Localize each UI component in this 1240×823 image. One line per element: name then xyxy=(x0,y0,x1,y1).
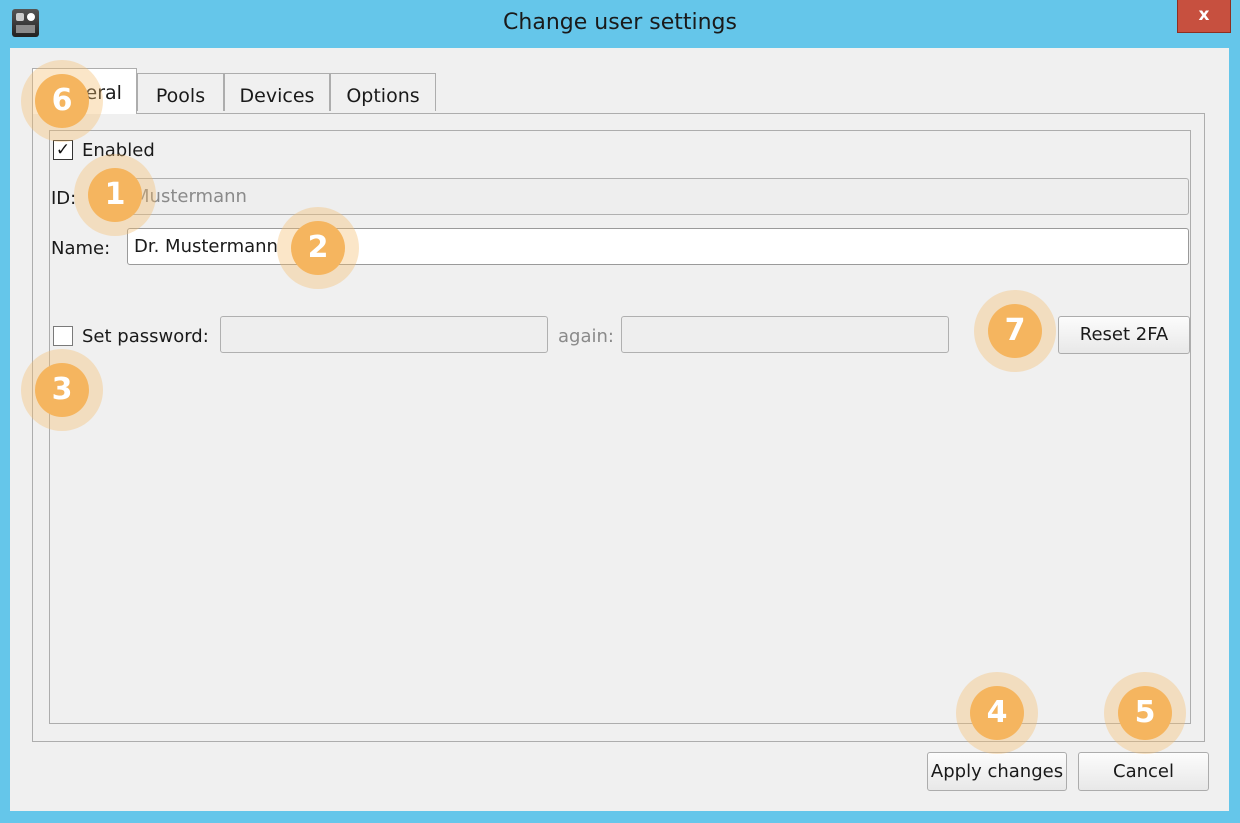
title-bar[interactable]: Change user settings x xyxy=(0,0,1240,48)
callout-badge: 3 xyxy=(21,349,103,431)
callout-badge: 7 xyxy=(974,290,1056,372)
settings-group-box xyxy=(49,130,1191,724)
password-field xyxy=(220,316,548,353)
id-label: ID: xyxy=(51,188,77,209)
password-again-field xyxy=(621,316,949,353)
tab-devices[interactable]: Devices xyxy=(224,73,330,111)
apply-changes-button[interactable]: Apply changes xyxy=(927,752,1067,791)
enabled-checkbox[interactable]: ✓ xyxy=(53,140,73,160)
callout-badge: 4 xyxy=(956,672,1038,754)
password-again-label: again: xyxy=(558,326,614,347)
close-button[interactable]: x xyxy=(1177,0,1231,33)
id-field xyxy=(127,178,1189,215)
window-title: Change user settings xyxy=(503,10,737,35)
dialog-window: Change user settings x General Pools Dev… xyxy=(0,0,1240,823)
tab-pools[interactable]: Pools xyxy=(137,73,224,111)
tab-options[interactable]: Options xyxy=(330,73,436,111)
callout-badge: 2 xyxy=(277,207,359,289)
set-password-checkbox[interactable] xyxy=(53,326,73,346)
callout-badge: 1 xyxy=(74,154,156,236)
dialog-body: General Pools Devices Options ✓ Enabled … xyxy=(10,48,1229,811)
reset-2fa-button[interactable]: Reset 2FA xyxy=(1058,316,1190,354)
cancel-button[interactable]: Cancel xyxy=(1078,752,1209,791)
name-label: Name: xyxy=(51,238,111,259)
callout-badge: 5 xyxy=(1104,672,1186,754)
callout-badge: 6 xyxy=(21,60,103,142)
set-password-label: Set password: xyxy=(82,326,209,347)
